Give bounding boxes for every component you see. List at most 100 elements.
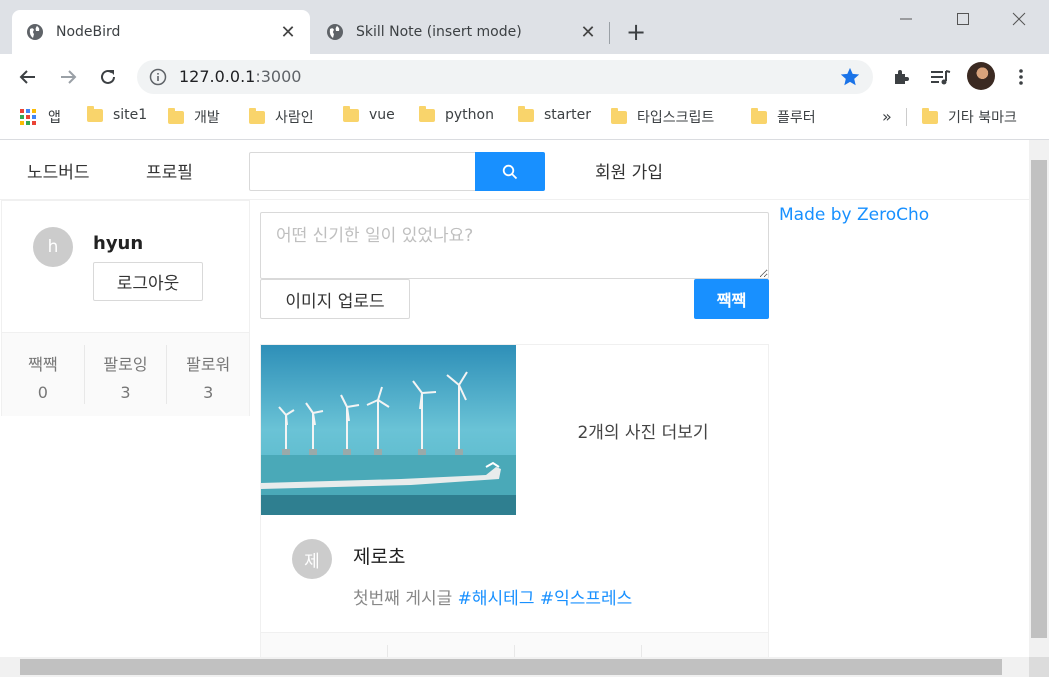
- tab-title: NodeBird: [56, 24, 121, 40]
- vertical-scroll-thumb[interactable]: [1031, 160, 1047, 638]
- stat-label: 팔로워: [186, 355, 231, 374]
- stat-label: 팔로잉: [103, 355, 148, 374]
- post-card: 2개의 사진 더보기 제 제로초 첫번째 게시글 #해시테그 #익스프레스: [260, 344, 769, 657]
- search-input[interactable]: [249, 152, 476, 191]
- maximize-icon[interactable]: [948, 6, 978, 32]
- stat-value: 0: [37, 383, 48, 402]
- browser-tab-bar: NodeBird ✕ Skill Note (insert mode) ✕ +: [0, 0, 1049, 54]
- bookmark-label: python: [445, 107, 494, 123]
- url-host: 127.0.0.1: [179, 67, 256, 86]
- bookmark-label: 플루터: [777, 110, 816, 126]
- reload-icon[interactable]: [96, 65, 120, 89]
- bookmark-folder-other[interactable]: 기타 북마크: [922, 107, 1017, 127]
- menu-profile-link[interactable]: 프로필: [146, 158, 193, 183]
- back-icon[interactable]: [16, 65, 40, 89]
- search-button[interactable]: [475, 152, 545, 191]
- folder-icon: [343, 105, 359, 122]
- apps-icon: [20, 109, 36, 125]
- web-page: 노드버드 프로필 회원 가입 h hyun 로그아웃 짹짹 0 팔로잉 3 팔로…: [0, 140, 1029, 657]
- folder-icon: [751, 107, 767, 124]
- more-action[interactable]: [641, 645, 768, 657]
- bookmark-folder-python[interactable]: python: [419, 105, 494, 123]
- forward-icon[interactable]: [56, 65, 80, 89]
- bookmark-folder-saramin[interactable]: 사람인: [249, 107, 314, 127]
- globe-icon: [27, 24, 43, 40]
- globe-icon: [327, 24, 343, 40]
- chrome-menu-icon[interactable]: [1009, 65, 1033, 89]
- bookmark-folder-vue[interactable]: vue: [343, 105, 395, 123]
- bookmark-folder-typescript[interactable]: 타입스크립트: [611, 107, 714, 127]
- address-bar[interactable]: 127.0.0.1:3000: [137, 60, 873, 94]
- more-photos-link[interactable]: 2개의 사진 더보기: [516, 345, 770, 515]
- horizontal-scroll-thumb[interactable]: [20, 659, 1002, 675]
- post-image[interactable]: [261, 345, 516, 515]
- post-author-name: 제로초: [353, 546, 406, 568]
- stat-value: 3: [203, 383, 214, 402]
- image-upload-button[interactable]: 이미지 업로드: [260, 279, 410, 319]
- retweet-action[interactable]: [261, 633, 387, 657]
- media-control-icon[interactable]: [928, 65, 952, 89]
- bookmark-label: 기타 북마크: [948, 110, 1017, 126]
- bookmark-label: 개발: [194, 110, 220, 126]
- folder-icon: [419, 105, 435, 122]
- avatar[interactable]: 제: [292, 539, 332, 579]
- bookmarks-separator: [906, 108, 907, 126]
- tab-skill-note[interactable]: Skill Note (insert mode) ✕: [312, 10, 610, 54]
- bookmark-folder-flutter[interactable]: 플루터: [751, 107, 816, 127]
- tab-separator: [609, 22, 610, 44]
- logout-button[interactable]: 로그아웃: [93, 262, 203, 301]
- bookmark-label: starter: [544, 107, 591, 123]
- bookmark-label: 사람인: [275, 110, 314, 126]
- stat-label: 짹짹: [28, 355, 58, 374]
- hashtag-link[interactable]: #해시테그: [458, 589, 535, 609]
- folder-icon: [922, 107, 938, 124]
- folder-icon: [611, 107, 627, 124]
- bookmark-folder-site1[interactable]: site1: [87, 105, 148, 123]
- bookmark-apps[interactable]: 앱: [20, 107, 61, 127]
- horizontal-scrollbar[interactable]: [0, 657, 1029, 677]
- bookmark-star-icon[interactable]: [839, 66, 861, 88]
- extensions-icon[interactable]: [889, 65, 913, 89]
- folder-icon: [249, 107, 265, 124]
- chrome-profile-avatar[interactable]: [967, 62, 995, 90]
- folder-icon: [518, 105, 534, 122]
- folder-icon: [87, 105, 103, 122]
- bookmark-folder-starter[interactable]: starter: [518, 105, 591, 123]
- stat-posts[interactable]: 짹짹 0: [2, 333, 84, 416]
- bookmark-label: site1: [113, 107, 148, 123]
- stat-followings[interactable]: 팔로잉 3: [83, 345, 167, 404]
- minimize-icon[interactable]: [891, 6, 921, 32]
- folder-icon: [168, 107, 184, 124]
- bookmark-label: vue: [369, 107, 395, 123]
- like-action[interactable]: [387, 645, 514, 657]
- url-port: :3000: [255, 67, 302, 86]
- vertical-scrollbar[interactable]: [1029, 140, 1049, 657]
- bookmark-label: 타입스크립트: [637, 110, 715, 126]
- close-tab-icon[interactable]: ✕: [280, 22, 296, 43]
- stat-followers[interactable]: 팔로워 3: [166, 345, 249, 404]
- bookmarks-overflow-button[interactable]: »: [882, 107, 892, 126]
- menu-home-link[interactable]: 노드버드: [27, 158, 90, 183]
- bookmark-label: 앱: [48, 110, 61, 126]
- submit-post-button[interactable]: 짹짹: [694, 279, 769, 319]
- menu-signup-link[interactable]: 회원 가입: [595, 158, 663, 183]
- tab-title: Skill Note (insert mode): [356, 24, 522, 40]
- search-icon: [502, 164, 518, 179]
- post-actions: [261, 632, 768, 657]
- site-info-icon[interactable]: [149, 68, 167, 86]
- made-by-link[interactable]: Made by ZeroCho: [779, 205, 929, 225]
- hashtag-link[interactable]: #익스프레스: [540, 589, 632, 609]
- user-profile-card: h hyun 로그아웃 짹짹 0 팔로잉 3 팔로워 3: [1, 200, 250, 416]
- close-window-icon[interactable]: [1004, 6, 1034, 32]
- bookmark-folder-dev[interactable]: 개발: [168, 107, 220, 127]
- browser-toolbar: 127.0.0.1:3000: [0, 54, 1049, 100]
- post-textarea[interactable]: [260, 212, 769, 279]
- avatar: h: [33, 227, 73, 267]
- new-tab-icon[interactable]: +: [626, 19, 646, 45]
- comment-action[interactable]: [514, 645, 641, 657]
- scrollbar-corner: [1029, 657, 1049, 677]
- stat-value: 3: [120, 383, 131, 402]
- tab-nodebird[interactable]: NodeBird ✕: [12, 10, 310, 54]
- close-tab-icon[interactable]: ✕: [580, 22, 596, 43]
- url-text: 127.0.0.1:3000: [179, 67, 301, 86]
